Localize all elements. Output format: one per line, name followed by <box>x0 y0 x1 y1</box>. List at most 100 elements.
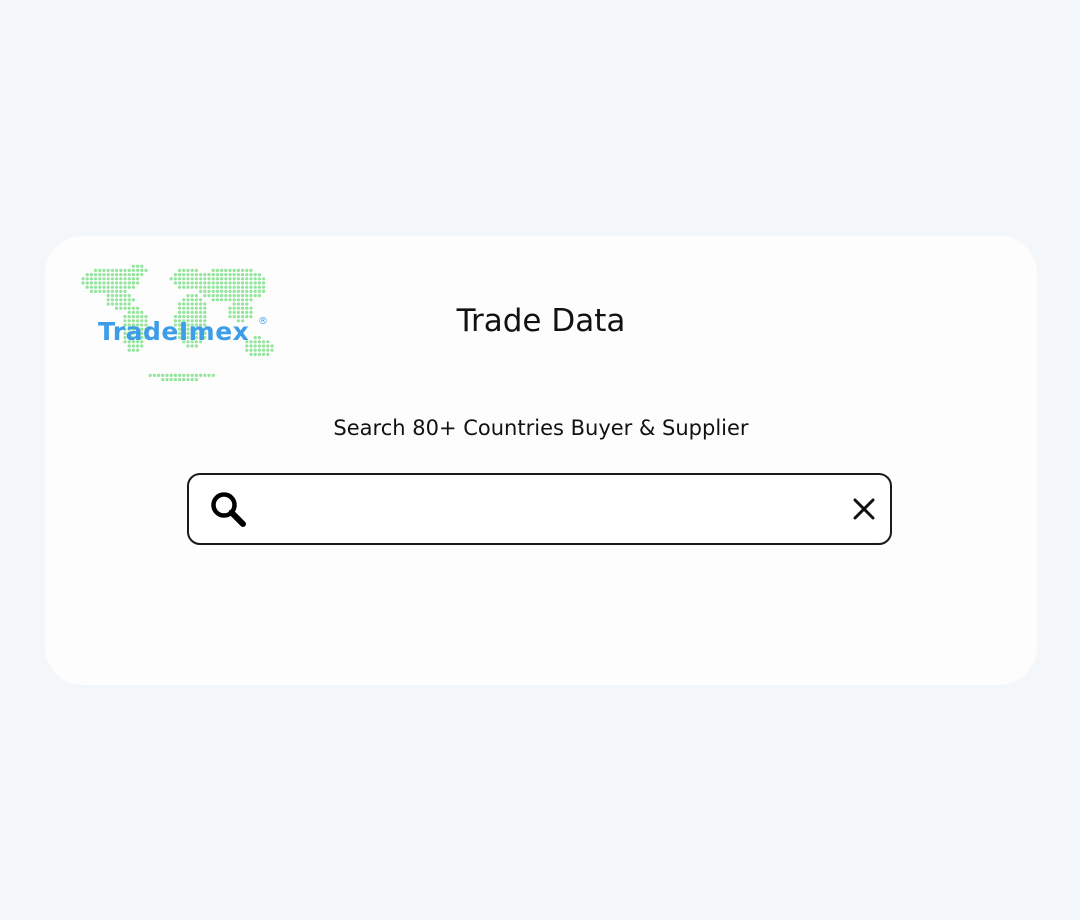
map-dot <box>232 298 236 302</box>
search-input[interactable] <box>261 485 835 535</box>
map-dot <box>190 273 194 277</box>
map-dot <box>106 268 110 272</box>
map-dot <box>106 298 110 302</box>
map-dot <box>224 289 228 293</box>
map-dot <box>140 264 144 268</box>
map-dot <box>161 373 165 377</box>
map-dot <box>199 277 203 281</box>
map-dot <box>182 378 186 382</box>
map-dot <box>186 268 190 272</box>
map-dot <box>194 277 198 281</box>
map-dot <box>173 373 177 377</box>
map-dot <box>215 277 219 281</box>
map-dot <box>241 268 245 272</box>
map-dot <box>165 373 169 377</box>
map-dot <box>123 268 127 272</box>
map-dot <box>224 273 228 277</box>
map-dot <box>199 373 203 377</box>
map-dot <box>110 268 114 272</box>
map-dot <box>81 277 85 281</box>
map-dot <box>173 277 177 281</box>
map-dot <box>182 281 186 285</box>
map-dot <box>270 344 274 348</box>
map-dot <box>119 289 123 293</box>
map-dot <box>178 373 182 377</box>
map-dot <box>257 285 261 289</box>
search-icon[interactable] <box>209 490 249 530</box>
map-dot <box>232 281 236 285</box>
map-dot <box>115 289 119 293</box>
map-dot <box>123 273 127 277</box>
close-icon[interactable] <box>849 494 879 524</box>
map-dot <box>119 294 123 298</box>
map-dot <box>136 273 140 277</box>
map-dot <box>207 285 211 289</box>
map-dot <box>85 281 89 285</box>
map-dot <box>89 277 93 281</box>
map-dot <box>127 298 131 302</box>
map-dot <box>236 294 240 298</box>
map-dot <box>215 289 219 293</box>
map-dot <box>178 273 182 277</box>
map-dot <box>257 294 261 298</box>
map-dot <box>241 298 245 302</box>
page-title: Trade Data <box>456 303 626 339</box>
map-dot <box>257 348 261 352</box>
map-dot <box>173 273 177 277</box>
map-dot <box>106 273 110 277</box>
map-dot <box>190 285 194 289</box>
map-dot <box>119 273 123 277</box>
map-dot <box>224 277 228 281</box>
map-dot <box>253 294 257 298</box>
map-dot <box>262 344 266 348</box>
map-dot <box>228 289 232 293</box>
map-dot <box>102 277 106 281</box>
map-dot <box>257 352 261 356</box>
map-dot <box>102 273 106 277</box>
map-dot <box>178 285 182 289</box>
map-dot <box>253 344 257 348</box>
map-dot <box>89 289 93 293</box>
map-dot <box>211 281 215 285</box>
map-dot <box>110 273 114 277</box>
map-dot <box>220 273 224 277</box>
map-dot <box>257 273 261 277</box>
map-dot <box>182 298 186 302</box>
map-dot <box>249 273 253 277</box>
map-dot <box>220 289 224 293</box>
map-dot <box>123 289 127 293</box>
map-dot <box>194 373 198 377</box>
map-dot <box>215 281 219 285</box>
map-dot <box>249 281 253 285</box>
map-dot <box>245 289 249 293</box>
map-dot <box>211 273 215 277</box>
map-dot <box>94 281 98 285</box>
map-dot <box>148 373 152 377</box>
map-dot <box>245 298 249 302</box>
map-dot <box>211 294 215 298</box>
map-dot <box>140 268 144 272</box>
map-dot <box>245 268 249 272</box>
map-dot <box>236 289 240 293</box>
map-dot <box>161 378 165 382</box>
map-dot <box>85 273 89 277</box>
map-dot <box>203 281 207 285</box>
map-dot <box>131 285 135 289</box>
search-card: TradeImex ® Trade Data Search 80+ Countr… <box>45 236 1037 685</box>
map-dot <box>241 273 245 277</box>
map-dot <box>220 281 224 285</box>
map-dot <box>127 268 131 272</box>
map-dot <box>169 373 173 377</box>
map-dot <box>228 285 232 289</box>
map-dot <box>211 285 215 289</box>
map-dot <box>211 373 215 377</box>
map-dot <box>190 373 194 377</box>
map-dot <box>236 281 240 285</box>
map-dot <box>178 378 182 382</box>
map-dot <box>119 268 123 272</box>
map-dot <box>115 294 119 298</box>
map-dot <box>245 277 249 281</box>
search-bar[interactable] <box>187 473 892 545</box>
map-dot <box>249 277 253 281</box>
map-dot <box>241 289 245 293</box>
